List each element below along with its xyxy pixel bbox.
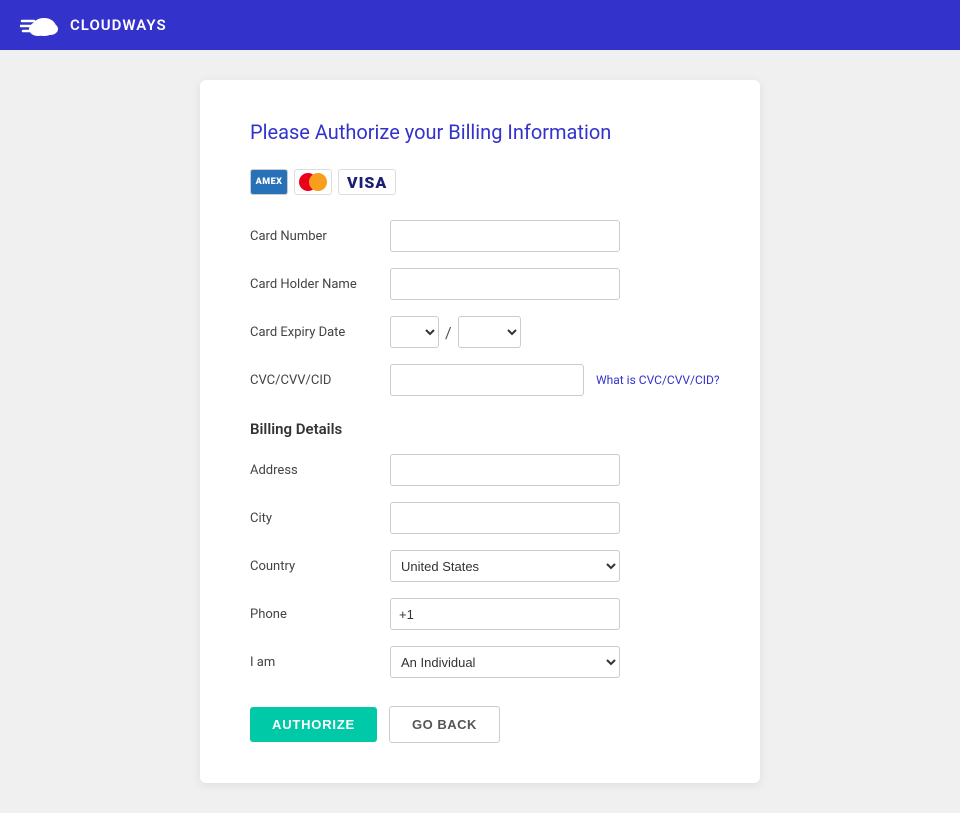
- i-am-row: I am An Individual A Company: [250, 646, 710, 678]
- card-number-label: Card Number: [250, 229, 390, 244]
- go-back-button[interactable]: GO BACK: [389, 706, 500, 743]
- expiry-month-select[interactable]: 01020304 05060708 09101112: [390, 316, 439, 348]
- visa-icon: VISA: [338, 169, 396, 195]
- authorize-button[interactable]: AUTHORIZE: [250, 707, 377, 742]
- i-am-label: I am: [250, 655, 390, 670]
- cvc-field-container: What is CVC/CVV/CID?: [390, 364, 720, 396]
- card-holder-input[interactable]: [390, 268, 620, 300]
- card-expiry-row: Card Expiry Date 01020304 05060708 09101…: [250, 316, 710, 348]
- card-expiry-label: Card Expiry Date: [250, 325, 390, 340]
- address-row: Address: [250, 454, 710, 486]
- page-title: Please Authorize your Billing Informatio…: [250, 120, 710, 144]
- amex-icon: AMEX: [250, 169, 288, 195]
- i-am-select[interactable]: An Individual A Company: [390, 646, 620, 678]
- cvc-label: CVC/CVV/CID: [250, 373, 390, 388]
- main-content: Please Authorize your Billing Informatio…: [0, 50, 960, 813]
- logo-container: CLOUDWAYS: [20, 11, 167, 39]
- expiry-year-select[interactable]: 2024202520262027 2028202920302031 203220…: [458, 316, 521, 348]
- city-label: City: [250, 511, 390, 526]
- phone-label: Phone: [250, 607, 390, 622]
- country-row: Country United States United Kingdom Can…: [250, 550, 710, 582]
- cvc-help-link[interactable]: What is CVC/CVV/CID?: [596, 373, 720, 387]
- city-row: City: [250, 502, 710, 534]
- cloudways-logo-icon: [20, 11, 60, 39]
- mc-circle-right: [309, 173, 327, 191]
- address-label: Address: [250, 463, 390, 478]
- phone-input[interactable]: [390, 598, 620, 630]
- country-select[interactable]: United States United Kingdom Canada Aust…: [390, 550, 620, 582]
- phone-row: Phone: [250, 598, 710, 630]
- card-number-input[interactable]: [390, 220, 620, 252]
- cvc-input[interactable]: [390, 364, 584, 396]
- billing-section-title: Billing Details: [250, 420, 710, 438]
- mastercard-icon: [294, 169, 332, 195]
- country-label: Country: [250, 559, 390, 574]
- expiry-selects: 01020304 05060708 09101112 / 20242025202…: [390, 316, 521, 348]
- card-brands: AMEX VISA: [250, 169, 710, 195]
- expiry-separator: /: [445, 323, 452, 342]
- cvc-row: CVC/CVV/CID What is CVC/CVV/CID?: [250, 364, 710, 396]
- card-number-row: Card Number: [250, 220, 710, 252]
- address-input[interactable]: [390, 454, 620, 486]
- billing-card: Please Authorize your Billing Informatio…: [200, 80, 760, 783]
- header: CLOUDWAYS: [0, 0, 960, 50]
- buttons-row: AUTHORIZE GO BACK: [250, 706, 710, 743]
- card-holder-row: Card Holder Name: [250, 268, 710, 300]
- card-holder-label: Card Holder Name: [250, 277, 390, 292]
- city-input[interactable]: [390, 502, 620, 534]
- logo-text: CLOUDWAYS: [70, 16, 167, 34]
